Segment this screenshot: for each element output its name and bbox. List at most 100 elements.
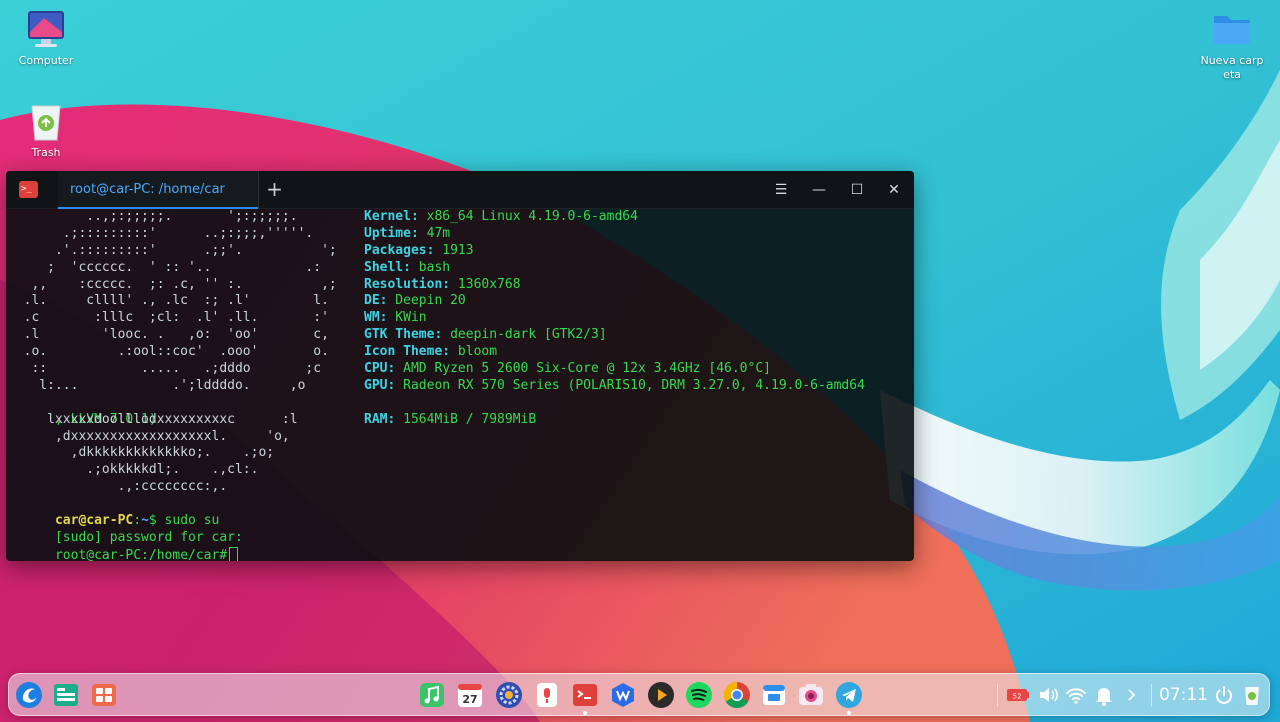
volume-icon: [1040, 688, 1058, 702]
close-button[interactable]: ✕: [876, 171, 912, 209]
desktop-icon-computer[interactable]: Computer: [14, 8, 78, 68]
tray-wifi[interactable]: [1063, 682, 1089, 708]
command-line-sudo: car@car-PC:~$ sudo su: [8, 496, 914, 528]
sysinfo-icon-theme: Icon Theme: bloom: [364, 344, 498, 360]
calendar-day: 27: [462, 693, 477, 706]
dock-video-player[interactable]: [646, 680, 676, 710]
ascii-art-line: ,dkkkkkkkkkkkkko;. .;o;: [8, 445, 275, 461]
maximize-button[interactable]: ☐: [839, 171, 875, 209]
dock-spotify[interactable]: [684, 680, 714, 710]
dock-chrome[interactable]: [722, 680, 752, 710]
ascii-art-line: .l. cllll' ., .lc :; .l' l.: [8, 293, 329, 309]
sysinfo-ram: RAM: 1564MiB / 7989MiB: [364, 411, 537, 427]
tab-root-home-car[interactable]: root@car-PC: /home/car: [58, 171, 258, 209]
spotify-icon: [686, 682, 712, 708]
menu-button[interactable]: ☰: [763, 171, 799, 209]
power-icon: [1216, 686, 1232, 704]
active-app-indicator: [583, 711, 587, 715]
wps-office-icon: [612, 683, 634, 707]
ascii-art-line: .;:::::::::' ..;:;;;,'''''.: [8, 225, 314, 241]
tray-notifications[interactable]: [1091, 682, 1117, 708]
clock[interactable]: 07:11: [1159, 674, 1208, 717]
battery-icon: 52: [1007, 689, 1029, 701]
launcher-icon: [16, 682, 42, 708]
tray-battery[interactable]: 52: [1005, 682, 1031, 708]
tray-separator: [1151, 684, 1152, 707]
dock-calendar[interactable]: 27: [455, 680, 485, 710]
tray-expand[interactable]: [1119, 682, 1145, 708]
chevron-right-icon: [1128, 689, 1136, 701]
ascii-art-line: lxxxxxdoolllodxxxxxxxxxc :l: [8, 411, 298, 427]
video-player-icon: [648, 682, 674, 708]
tray-power[interactable]: [1211, 682, 1237, 708]
ascii-art-line: l:... .';lddddo. ,o: [8, 377, 306, 393]
trash-icon: [31, 105, 61, 141]
dock-launcher[interactable]: [14, 680, 44, 710]
desktop-icon-label: Nueva carpeta: [1200, 54, 1264, 81]
camera-icon: [799, 684, 823, 705]
computer-icon: [28, 11, 64, 47]
dock: 27 52 07:11: [8, 673, 1270, 716]
chrome-icon: [723, 681, 750, 709]
text-cursor: [229, 546, 239, 561]
settings-icon: [496, 682, 522, 708]
desktop-icon-label: Computer: [18, 54, 74, 67]
ascii-art-line: .;okkkkkdl;. .,cl:.: [8, 462, 259, 478]
new-tab-button[interactable]: +: [258, 171, 290, 209]
minimize-button[interactable]: —: [801, 171, 837, 209]
sysinfo-resolution: Resolution: 1360x768: [364, 276, 521, 292]
dock-telegram[interactable]: [834, 680, 864, 710]
terminal-icon: [573, 684, 597, 706]
dock-settings[interactable]: [494, 680, 524, 710]
sysinfo-gpu: GPU: Radeon RX 570 Series (POLARIS10, DR…: [364, 377, 865, 393]
trash-icon: [1245, 687, 1259, 705]
dock-voice-recorder[interactable]: [532, 680, 562, 710]
sysinfo-kernel: Kernel: x86_64 Linux 4.19.0-6-amd64: [364, 209, 638, 224]
sysinfo-packages: Packages: 1913: [364, 242, 474, 258]
sysinfo-shell: Shell: bash: [364, 259, 451, 275]
music-icon: [420, 683, 444, 707]
tray-trash[interactable]: [1239, 682, 1265, 708]
ascii-art-line: ,dxxxxxxxxxxxxxxxxxxl. 'o,: [8, 428, 290, 444]
ascii-art-line: .c :lllc ;cl: .l' .ll. :': [8, 310, 329, 326]
bell-icon: [1096, 688, 1112, 706]
dock-wps-office[interactable]: [608, 680, 638, 710]
sysinfo-uptime: Uptime: 47m: [364, 225, 451, 241]
tray-separator: [997, 684, 998, 707]
tray-volume[interactable]: [1035, 682, 1061, 708]
dock-music[interactable]: [417, 680, 447, 710]
app-store-icon: [92, 684, 116, 706]
dock-app-installer[interactable]: [759, 680, 789, 710]
wifi-icon: [1066, 688, 1086, 704]
terminal-titlebar[interactable]: >_ root@car-PC: /home/car + ☰ — ☐ ✕: [6, 171, 914, 209]
ascii-art-line: .o. .:ool::coc' .ooo' o.: [8, 344, 329, 360]
ascii-art-line: .,:cccccccc:,.: [8, 479, 228, 495]
dock-app-store[interactable]: [89, 680, 119, 710]
root-prompt: root@car-PC:/home/car#: [54, 547, 228, 561]
multitask-view-icon: [54, 684, 78, 706]
terminal-output[interactable]: ..,;:;;;;;. ';:;;;;;. Kernel: x86_64 Lin…: [6, 209, 914, 561]
ascii-art-line: ..,;:;;;;;. ';:;;;;;.: [8, 209, 298, 224]
ascii-art-line: :: ..... .;dddo ;c: [8, 361, 322, 377]
dock-multitask-view[interactable]: [51, 680, 81, 710]
root-prompt-line[interactable]: root@car-PC:/home/car#: [8, 530, 914, 561]
active-app-indicator: [847, 711, 851, 715]
sysinfo-de: DE: Deepin 20: [364, 293, 466, 309]
folder-icon: [1214, 16, 1250, 44]
terminal-window[interactable]: >_ root@car-PC: /home/car + ☰ — ☐ ✕ ..,;…: [6, 171, 914, 561]
desktop-icon-trash[interactable]: Trash: [14, 100, 78, 160]
voice-recorder-icon: [537, 683, 557, 707]
desktop-icon-nueva-carpeta[interactable]: Nueva carpeta: [1200, 8, 1264, 82]
calendar-icon: 27: [458, 684, 482, 707]
telegram-icon: [836, 682, 862, 708]
dock-camera[interactable]: [796, 680, 826, 710]
sysinfo-gtk-theme: GTK Theme: deepin-dark [GTK2/3]: [364, 327, 607, 343]
sysinfo-wm: WM: KWin: [364, 310, 427, 326]
ascii-art-line: .l 'looc. . ,o: 'oo' c,: [8, 327, 329, 343]
desktop-icon-label: Trash: [31, 146, 61, 159]
app-installer-icon: [763, 685, 785, 705]
dock-terminal[interactable]: [570, 680, 600, 710]
ascii-art-line: ; 'cccccc. ' :: '.. .:: [8, 259, 322, 275]
terminal-app-icon: >_: [19, 181, 38, 198]
battery-level: 52: [1013, 693, 1022, 701]
